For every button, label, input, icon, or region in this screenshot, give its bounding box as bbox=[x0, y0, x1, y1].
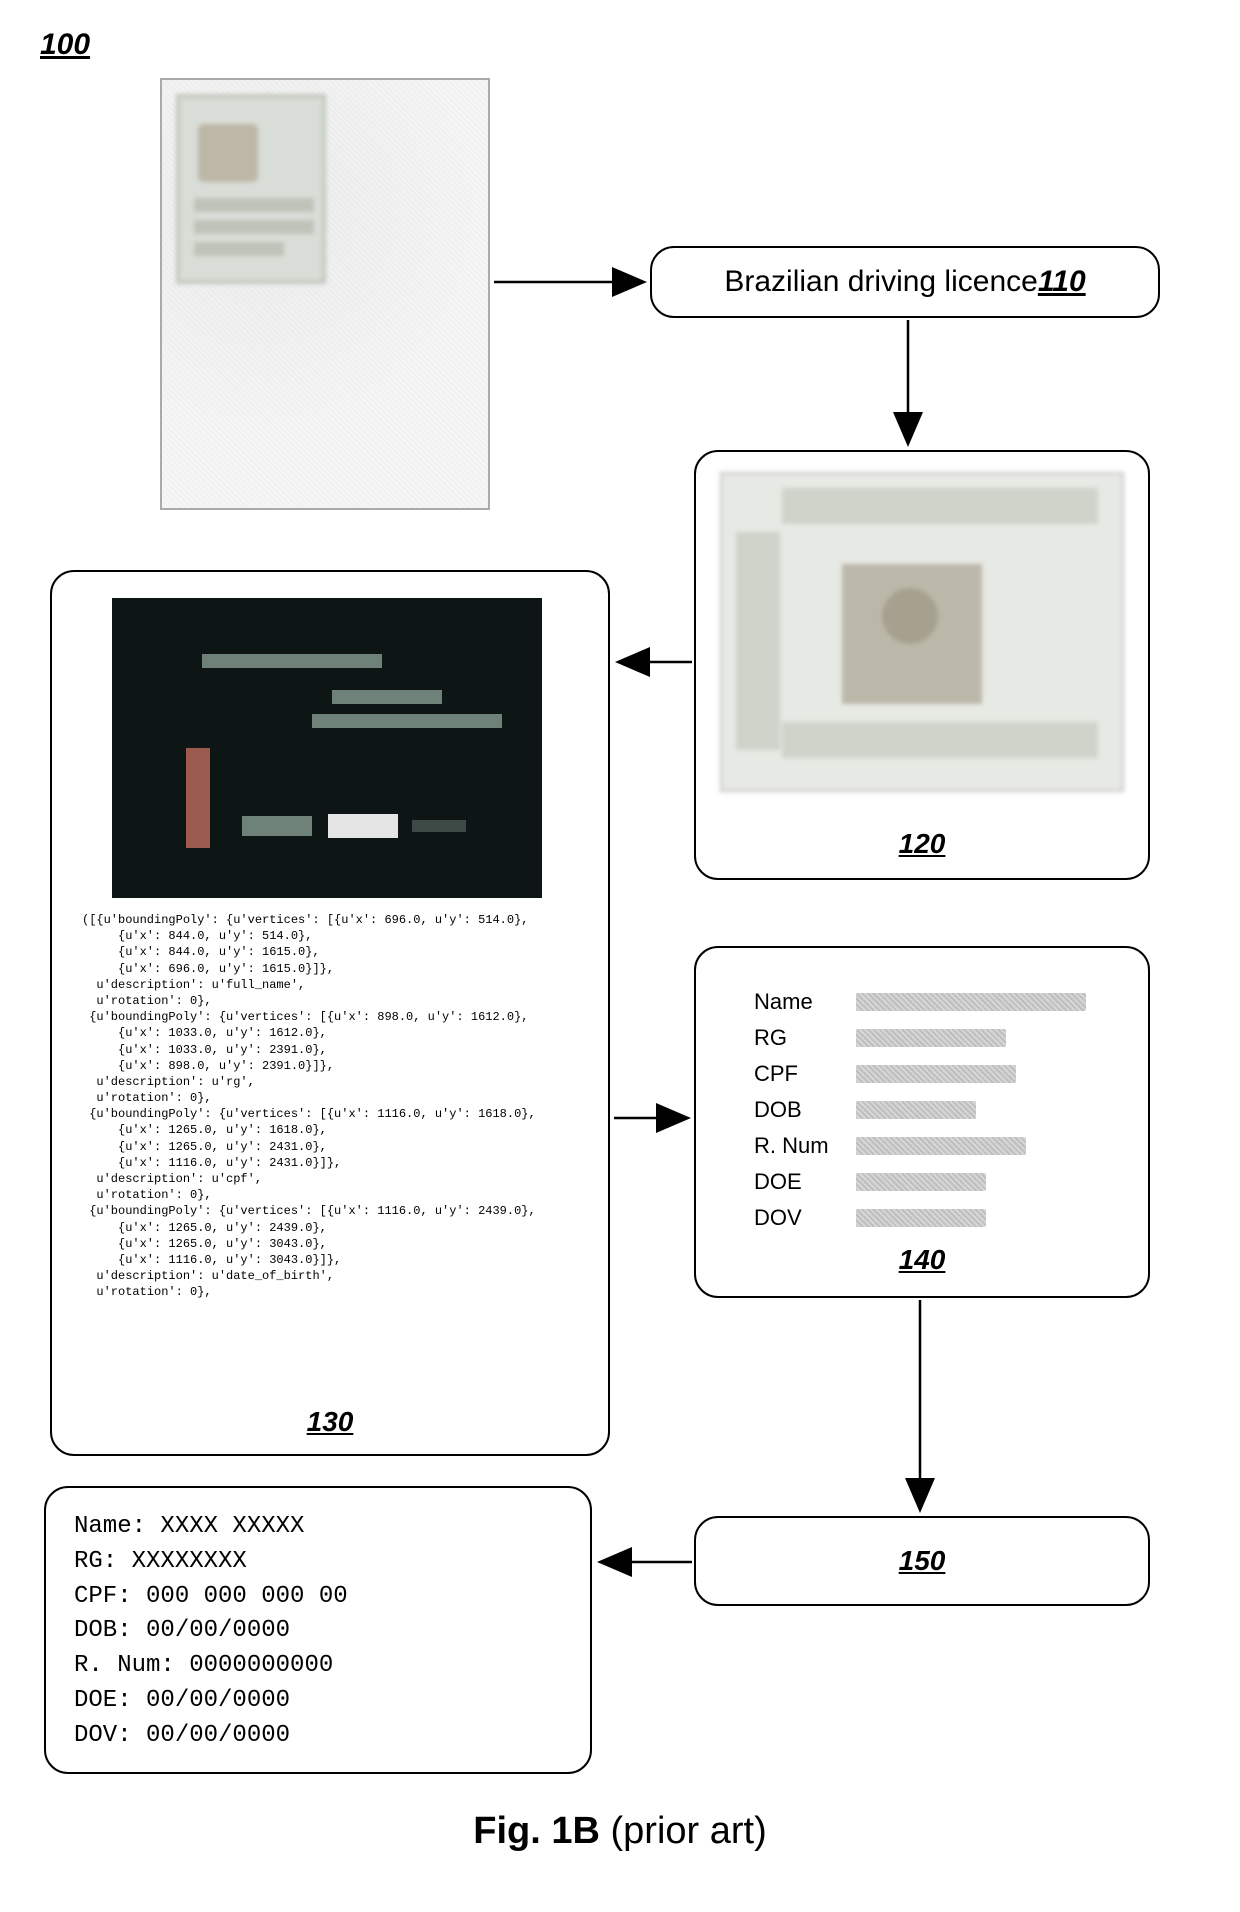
input-document-image bbox=[160, 78, 490, 510]
field-value-redacted bbox=[856, 1101, 976, 1119]
field-label: DOE bbox=[754, 1169, 856, 1195]
field-row: DOE bbox=[754, 1164, 1118, 1200]
field-label: R. Num bbox=[754, 1133, 856, 1159]
bounding-poly-json: ([{u'boundingPoly': {u'vertices': [{u'x'… bbox=[82, 912, 588, 1301]
box-130: ([{u'boundingPoly': {u'vertices': [{u'x'… bbox=[50, 570, 610, 1456]
box-110-ref: 110 bbox=[1038, 265, 1086, 299]
field-row: Name bbox=[754, 984, 1118, 1020]
box-130-ref: 130 bbox=[307, 1406, 354, 1437]
figure-caption: Fig. 1B (prior art) bbox=[0, 1810, 1240, 1853]
box-120: 120 bbox=[694, 450, 1150, 880]
cropped-id-image bbox=[720, 472, 1124, 792]
field-value-redacted bbox=[856, 1065, 1016, 1083]
field-label: Name bbox=[754, 989, 856, 1015]
field-row: CPF bbox=[754, 1056, 1118, 1092]
box-120-ref: 120 bbox=[899, 828, 946, 859]
field-value-redacted bbox=[856, 1209, 986, 1227]
field-value-redacted bbox=[856, 1137, 1026, 1155]
field-row: RG bbox=[754, 1020, 1118, 1056]
field-row: DOV bbox=[754, 1200, 1118, 1236]
field-value-redacted bbox=[856, 1029, 1006, 1047]
box-140-ref: 140 bbox=[899, 1244, 946, 1275]
box-140: Name RG CPF DOB R. Num DOE DOV 140 bbox=[694, 946, 1150, 1298]
field-label: RG bbox=[754, 1025, 856, 1051]
box-110: Brazilian driving licence 110 bbox=[650, 246, 1160, 318]
field-row: DOB bbox=[754, 1092, 1118, 1128]
figure-ref-100: 100 bbox=[40, 28, 90, 62]
field-detection-image bbox=[112, 598, 542, 898]
field-value-redacted bbox=[856, 1173, 986, 1191]
field-label: DOV bbox=[754, 1205, 856, 1231]
field-label: DOB bbox=[754, 1097, 856, 1123]
field-label: CPF bbox=[754, 1061, 856, 1087]
box-150-ref: 150 bbox=[899, 1545, 946, 1576]
output-text-box: Name: XXXX XXXXX RG: XXXXXXXX CPF: 000 0… bbox=[44, 1486, 592, 1774]
field-row: R. Num bbox=[754, 1128, 1118, 1164]
box-150: 150 bbox=[694, 1516, 1150, 1606]
field-value-redacted bbox=[856, 993, 1086, 1011]
box-110-text: Brazilian driving licence bbox=[724, 265, 1037, 299]
